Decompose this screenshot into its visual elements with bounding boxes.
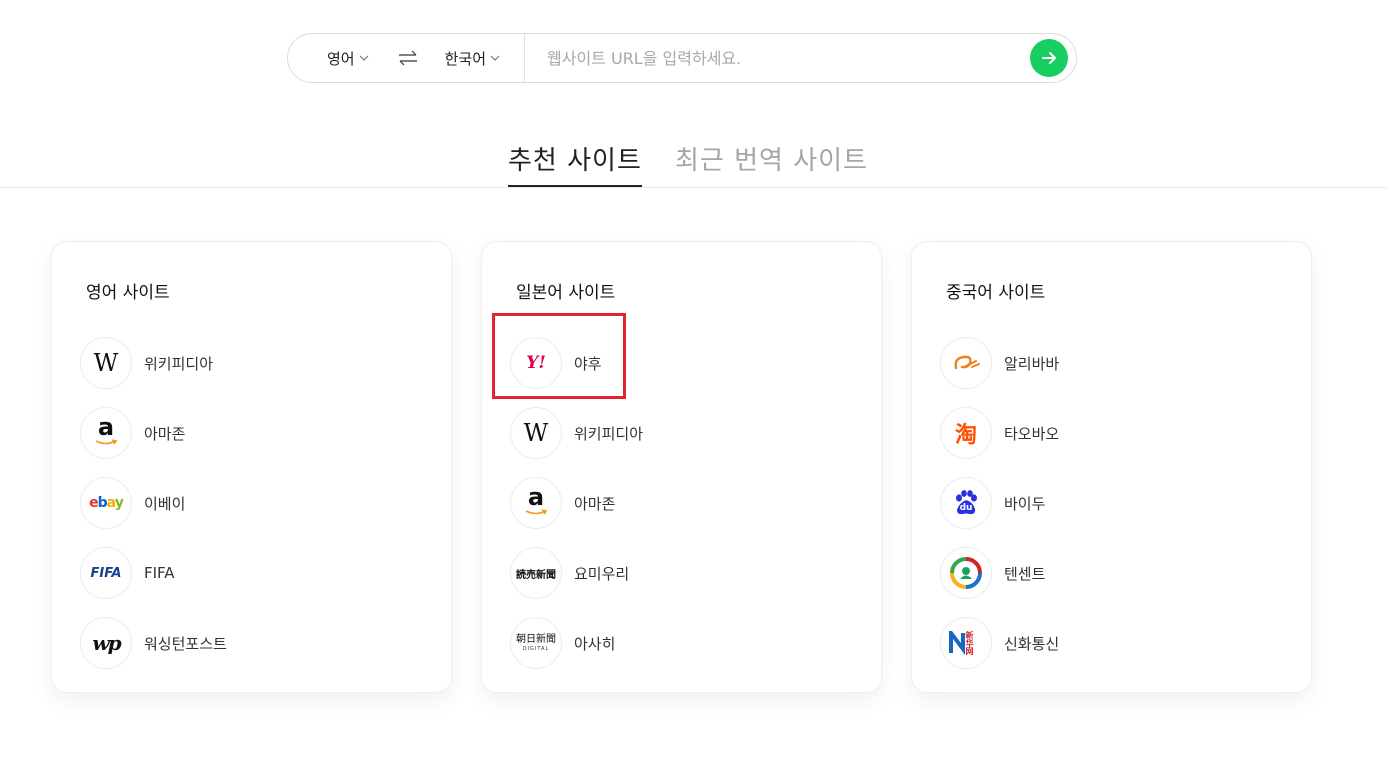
- amazon-logo-icon: a: [510, 477, 562, 529]
- asahi-logo-sub: DIGITAL: [522, 645, 550, 652]
- taobao-logo-icon: 淘: [940, 407, 992, 459]
- site-name: 아마존: [574, 494, 616, 513]
- wikipedia-logo-mark: W: [523, 419, 549, 447]
- ebay-letter-b: b: [97, 495, 108, 511]
- site-name: 야후: [574, 354, 602, 373]
- site-list: Y! 야후 W 위키피디아 a 아마존 読売新聞 요미우리 朝日新聞 DIGIT…: [510, 328, 643, 678]
- site-item-washington-post[interactable]: wp 워싱턴포스트: [80, 608, 227, 678]
- xinhua-logo-mark: 新华网: [965, 631, 974, 655]
- ebay-letter-e: e: [89, 495, 98, 511]
- source-language-select[interactable]: 영어: [327, 48, 369, 69]
- wikipedia-logo-icon: W: [80, 337, 132, 389]
- arrow-right-icon: [1042, 52, 1056, 64]
- site-item-asahi[interactable]: 朝日新聞 DIGITAL 아사히: [510, 608, 643, 678]
- ebay-letter-a: a: [106, 495, 116, 511]
- tab-recommended-sites[interactable]: 추천 사이트: [508, 140, 642, 187]
- site-item-baidu[interactable]: du 바이두: [940, 468, 1059, 538]
- target-language-label: 한국어: [444, 49, 487, 68]
- website-url-input[interactable]: [547, 35, 1030, 81]
- site-name: 위키피디아: [144, 354, 214, 373]
- fifa-logo-icon: FIFA: [80, 547, 132, 599]
- tab-recent-sites[interactable]: 최근 번역 사이트: [675, 140, 868, 187]
- site-name: 위키피디아: [574, 424, 644, 443]
- ebay-letter-y: y: [114, 495, 124, 511]
- yomiuri-logo-mark: 読売新聞: [516, 569, 556, 581]
- search-divider: [524, 34, 526, 82]
- site-item-xinhua[interactable]: 新华网 신화통신: [940, 608, 1059, 678]
- site-item-amazon[interactable]: a 아마존: [80, 398, 227, 468]
- english-sites-card: 영어 사이트 W 위키피디아 a 아마존 ebay 이베이 FIFA FIFA …: [51, 241, 452, 693]
- wikipedia-logo-mark: W: [93, 349, 119, 377]
- site-item-yahoo[interactable]: Y! 야후: [510, 328, 643, 398]
- baidu-logo-mark: du: [959, 503, 973, 513]
- card-title: 중국어 사이트: [946, 283, 1046, 303]
- site-name: 알리바바: [1004, 354, 1060, 373]
- baidu-logo-icon: du: [940, 477, 992, 529]
- target-language-select[interactable]: 한국어: [445, 48, 500, 69]
- xinhua-logo-icon: 新华网: [940, 617, 992, 669]
- site-tabs: 추천 사이트 최근 번역 사이트: [0, 140, 1387, 188]
- tencent-logo-icon: [940, 547, 992, 599]
- chinese-sites-card: 중국어 사이트 알리바바 淘 타오바오 du 바이두 텐센트 新华网 신화통신: [911, 241, 1312, 693]
- site-name: 워싱턴포스트: [144, 634, 227, 653]
- site-name: 아마존: [144, 424, 186, 443]
- site-item-tencent[interactable]: 텐센트: [940, 538, 1059, 608]
- chevron-down-icon: [359, 53, 369, 64]
- source-language-label: 영어: [327, 49, 355, 68]
- ebay-logo-icon: ebay: [80, 477, 132, 529]
- translate-go-button[interactable]: [1030, 39, 1068, 77]
- swap-languages-icon[interactable]: [397, 49, 419, 67]
- yomiuri-logo-icon: 読売新聞: [510, 547, 562, 599]
- amazon-logo-icon: a: [80, 407, 132, 459]
- site-item-taobao[interactable]: 淘 타오바오: [940, 398, 1059, 468]
- site-name: 타오바오: [1004, 424, 1060, 443]
- site-item-wikipedia[interactable]: W 위키피디아: [510, 398, 643, 468]
- site-list: 알리바바 淘 타오바오 du 바이두 텐센트 新华网 신화통신: [940, 328, 1059, 678]
- site-item-fifa[interactable]: FIFA FIFA: [80, 538, 227, 608]
- site-item-alibaba[interactable]: 알리바바: [940, 328, 1059, 398]
- site-item-amazon[interactable]: a 아마존: [510, 468, 643, 538]
- site-name: 신화통신: [1004, 634, 1060, 653]
- site-item-yomiuri[interactable]: 読売新聞 요미우리: [510, 538, 643, 608]
- site-name: 요미우리: [574, 564, 630, 583]
- chevron-down-icon: [490, 53, 500, 64]
- yahoo-logo-mark: Y!: [526, 353, 546, 373]
- asahi-logo-icon: 朝日新聞 DIGITAL: [510, 617, 562, 669]
- fifa-logo-mark: FIFA: [90, 565, 122, 581]
- washington-post-logo-mark: wp: [92, 631, 121, 655]
- site-item-ebay[interactable]: ebay 이베이: [80, 468, 227, 538]
- card-title: 영어 사이트: [86, 283, 170, 303]
- site-name: 바이두: [1004, 494, 1046, 513]
- site-name: 이베이: [144, 494, 186, 513]
- site-list: W 위키피디아 a 아마존 ebay 이베이 FIFA FIFA wp 워싱턴포…: [80, 328, 227, 678]
- amazon-logo-mark: a: [527, 482, 545, 511]
- asahi-logo-mark: 朝日新聞: [516, 633, 556, 645]
- card-title: 일본어 사이트: [516, 283, 616, 303]
- site-name: FIFA: [144, 564, 175, 582]
- washington-post-logo-icon: wp: [80, 617, 132, 669]
- taobao-logo-mark: 淘: [954, 423, 977, 448]
- japanese-sites-card: 일본어 사이트 Y! 야후 W 위키피디아 a 아마존 読売新聞 요미우리 朝日…: [481, 241, 882, 693]
- site-name: 아사히: [574, 634, 616, 653]
- amazon-logo-mark: a: [97, 412, 115, 441]
- wikipedia-logo-icon: W: [510, 407, 562, 459]
- site-name: 텐센트: [1004, 564, 1046, 583]
- yahoo-logo-icon: Y!: [510, 337, 562, 389]
- alibaba-logo-icon: [940, 337, 992, 389]
- translate-url-bar: 영어 한국어: [287, 33, 1077, 83]
- site-item-wikipedia[interactable]: W 위키피디아: [80, 328, 227, 398]
